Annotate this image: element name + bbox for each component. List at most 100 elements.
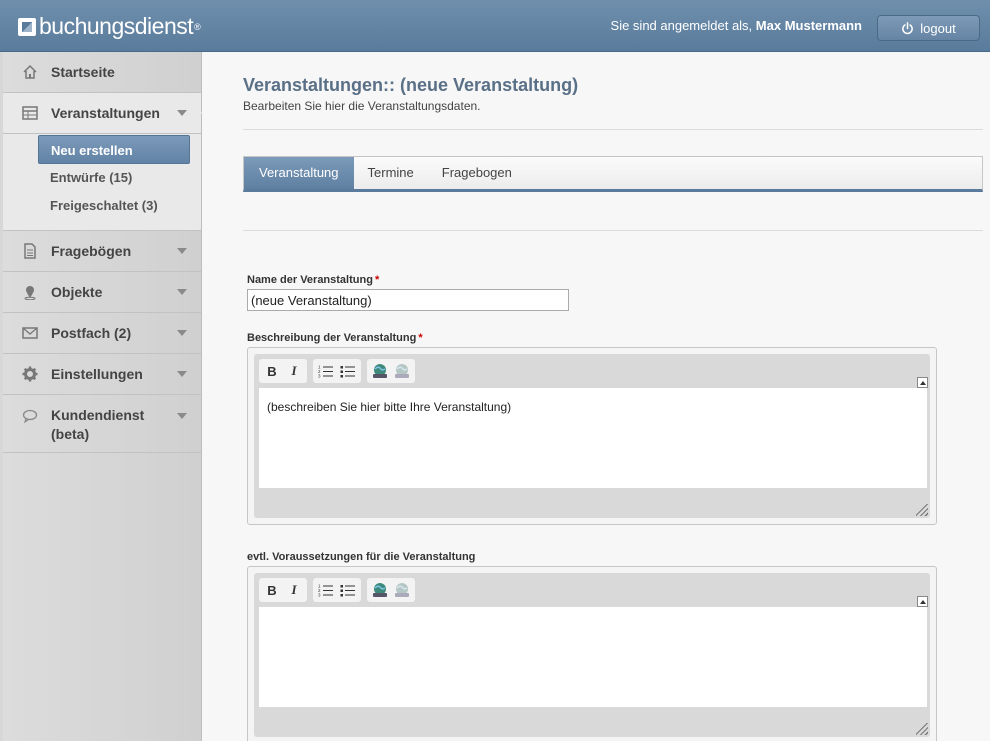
logo-icon [18, 17, 36, 36]
main-content: Veranstaltungen:: (neue Veranstaltung) B… [243, 52, 983, 741]
veranstaltungen-submenu: Neu erstellen Entwürfe (15) Freigeschalt… [3, 134, 201, 231]
globe-link-icon [373, 583, 387, 597]
link-tool-group [367, 359, 415, 383]
description-editor: B I 123 (beschreiben Sie hier bitte Ihre… [247, 347, 937, 525]
resize-grip-icon[interactable] [916, 504, 928, 516]
document-icon [21, 242, 39, 260]
required-mark: * [374, 274, 380, 286]
sidebar-item-veranstaltungen[interactable]: Veranstaltungen [3, 93, 209, 134]
sidebar: Startseite Veranstaltungen Neu erstellen… [0, 52, 209, 741]
speech-bubble-icon [21, 407, 39, 425]
bullet-list-icon [340, 585, 355, 597]
sidebar-item-frageboegen[interactable]: Fragebögen [3, 231, 201, 272]
italic-button[interactable]: I [283, 580, 305, 600]
sidebar-item-label: Einstellungen [51, 366, 143, 382]
ordered-list-button[interactable]: 123 [315, 361, 337, 381]
divider [243, 230, 983, 231]
bullet-list-button[interactable] [337, 580, 359, 600]
brand-logo[interactable]: buchungsdienst ® [18, 13, 201, 40]
prerequisites-label-text: evtl. Voraussetzungen für die Veranstalt… [247, 551, 476, 563]
globe-unlink-icon [395, 364, 409, 378]
page-title: Veranstaltungen:: (neue Veranstaltung) [243, 75, 579, 95]
insert-link-button[interactable] [369, 361, 391, 381]
bold-button[interactable]: B [261, 580, 283, 600]
chevron-down-icon [177, 371, 187, 377]
sidebar-item-einstellungen[interactable]: Einstellungen [3, 354, 201, 395]
link-tool-group [367, 578, 415, 602]
divider [243, 129, 983, 130]
bold-button[interactable]: B [261, 361, 283, 381]
resize-grip-icon[interactable] [916, 723, 928, 735]
description-label-text: Beschreibung der Veranstaltung [247, 332, 417, 344]
collapse-toolbar-button[interactable] [917, 596, 928, 607]
tab-bar: Veranstaltung Termine Fragebogen [243, 156, 983, 192]
bullet-list-button[interactable] [337, 361, 359, 381]
sidebar-item-label: Startseite [51, 64, 115, 80]
power-icon [902, 21, 914, 34]
bullet-list-icon [340, 366, 355, 378]
globe-link-icon [373, 364, 387, 378]
gear-icon [21, 365, 39, 383]
remove-link-button[interactable] [391, 580, 413, 600]
description-field-label: Beschreibung der Veranstaltung * [247, 332, 983, 344]
sidebar-item-kundendienst[interactable]: Kundendienst (beta) [3, 395, 201, 453]
login-info: Sie sind angemeldet als, Max Mustermann [611, 18, 862, 33]
sidebar-item-label: Kundendienst [51, 407, 145, 423]
globe-unlink-icon [395, 583, 409, 597]
ordered-list-button[interactable]: 123 [315, 580, 337, 600]
sidebar-item-label-wrap: Kundendienst (beta) [51, 406, 144, 444]
ordered-list-icon: 123 [318, 365, 333, 379]
tab-fragebogen[interactable]: Fragebogen [428, 157, 526, 189]
format-tool-group: B I [259, 578, 307, 602]
top-bar: buchungsdienst ® Sie sind angemeldet als… [0, 0, 990, 52]
prerequisites-field-label: evtl. Voraussetzungen für die Veranstalt… [247, 551, 983, 563]
tab-veranstaltung[interactable]: Veranstaltung [244, 157, 354, 189]
list-tool-group: 123 [313, 578, 361, 602]
sidebar-item-label-beta: (beta) [51, 426, 90, 442]
chevron-down-icon [177, 289, 187, 295]
home-icon [21, 63, 39, 81]
login-prefix: Sie sind angemeldet als, [610, 18, 756, 33]
chevron-down-icon [177, 248, 187, 254]
sidebar-item-startseite[interactable]: Startseite [3, 52, 201, 93]
remove-link-button[interactable] [391, 361, 413, 381]
ordered-list-icon: 123 [318, 584, 333, 598]
submenu-item-freigeschaltet[interactable]: Freigeschaltet (3) [3, 192, 201, 220]
editor-frame: B I 123 [254, 573, 930, 737]
chevron-down-icon [177, 110, 187, 116]
editor-toolbar: B I 123 [254, 354, 930, 388]
prerequisites-editor: B I 123 [247, 566, 937, 741]
calendar-table-icon [21, 104, 39, 122]
list-tool-group: 123 [313, 359, 361, 383]
name-label-text: Name der Veranstaltung [247, 274, 373, 286]
tab-termine[interactable]: Termine [354, 157, 428, 189]
brand-registered-mark: ® [194, 21, 201, 32]
chevron-down-icon [177, 330, 187, 336]
sidebar-item-postfach[interactable]: Postfach (2) [3, 313, 201, 354]
user-name: Max Mustermann [755, 18, 862, 33]
editor-toolbar: B I 123 [254, 573, 930, 607]
sidebar-item-objekte[interactable]: Objekte [3, 272, 201, 313]
envelope-icon [21, 324, 39, 342]
svg-text:3: 3 [318, 374, 321, 379]
prerequisites-edit-area[interactable] [259, 607, 927, 707]
collapse-toolbar-button[interactable] [917, 377, 928, 388]
chevron-down-icon [177, 413, 187, 419]
italic-button[interactable]: I [283, 361, 305, 381]
insert-link-button[interactable] [369, 580, 391, 600]
editor-frame: B I 123 [254, 354, 930, 518]
map-pin-icon [21, 283, 39, 301]
event-name-input[interactable] [247, 289, 569, 311]
logout-button[interactable]: logout [877, 15, 980, 41]
brand-name: buchungsdienst [39, 13, 194, 39]
sidebar-item-label: Postfach (2) [51, 325, 132, 341]
sidebar-item-label: Objekte [51, 284, 103, 300]
page-subtitle: Bearbeiten Sie hier die Veranstaltungsda… [243, 99, 481, 113]
description-edit-area[interactable]: (beschreiben Sie hier bitte Ihre Veranst… [259, 388, 927, 488]
submenu-item-neu-erstellen[interactable]: Neu erstellen [38, 135, 190, 164]
name-field-label: Name der Veranstaltung * [247, 274, 983, 286]
submenu-item-entwuerfe[interactable]: Entwürfe (15) [3, 164, 201, 192]
svg-text:3: 3 [318, 593, 321, 598]
sidebar-item-label: Veranstaltungen [51, 105, 160, 121]
sidebar-item-label: Fragebögen [51, 243, 132, 259]
